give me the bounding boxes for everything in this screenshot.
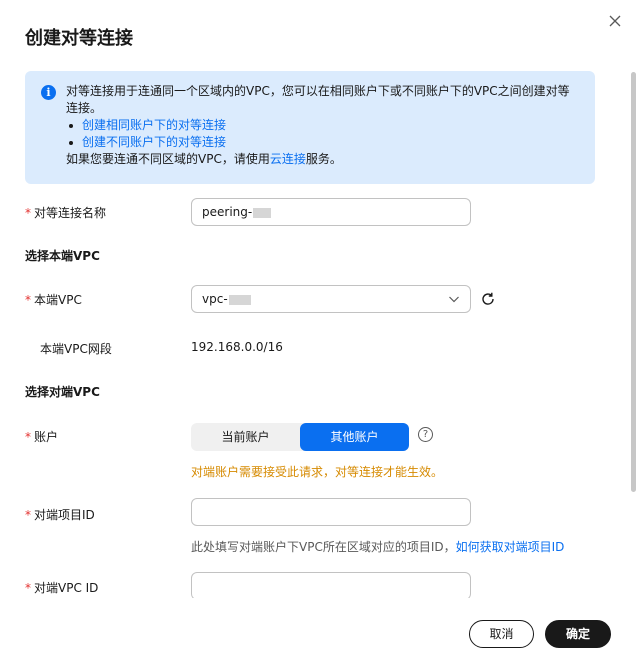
link-cloud-connect[interactable]: 云连接: [270, 152, 306, 166]
peer-vpc-id-label: * 对端VPC ID: [25, 579, 98, 596]
info-notice: i 对等连接用于连通同一个区域内的VPC，您可以在相同账户下或不同账户下的VPC…: [25, 71, 595, 184]
project-id-label: * 对端项目ID: [25, 506, 95, 523]
peering-name-label-text: 对等连接名称: [34, 206, 107, 220]
local-cidr-value: 192.168.0.0/16: [191, 340, 283, 354]
info-icon: i: [41, 85, 56, 100]
refresh-icon[interactable]: [480, 291, 496, 307]
local-vpc-section-title: 选择本端VPC: [25, 249, 100, 263]
link-same-account-peering[interactable]: 创建相同账户下的对等连接: [82, 118, 226, 132]
account-segmented-control: 当前账户 其他账户: [191, 423, 409, 451]
required-mark: *: [25, 206, 31, 220]
account-label: * 账户: [25, 428, 58, 445]
local-cidr-label: 本端VPC网段: [40, 342, 112, 356]
account-label-text: 账户: [34, 430, 59, 444]
chevron-down-icon: [449, 296, 459, 303]
notice-bullet-same-account: 创建相同账户下的对等连接: [66, 117, 576, 134]
project-id-input[interactable]: [191, 498, 471, 526]
notice-bullet-cross-account: 创建不同账户下的对等连接: [66, 134, 576, 151]
redacted-text: [253, 207, 272, 218]
dialog-body: i 对等连接用于连通同一个区域内的VPC，您可以在相同账户下或不同账户下的VPC…: [0, 60, 643, 598]
local-vpc-select[interactable]: vpc-: [191, 285, 471, 313]
close-icon[interactable]: [606, 12, 624, 30]
dialog-footer: 取消 确定: [0, 598, 643, 660]
notice-cloud-connect-suffix: 服务。: [305, 152, 342, 166]
peering-name-value: peering-: [202, 205, 253, 219]
cancel-button[interactable]: 取消: [469, 620, 534, 648]
project-id-label-text: 对端项目ID: [34, 508, 95, 522]
required-mark: *: [25, 293, 31, 307]
required-mark: *: [25, 430, 31, 444]
redacted-text: [228, 294, 251, 305]
account-option-other[interactable]: 其他账户: [300, 423, 409, 451]
link-get-project-id[interactable]: 如何获取对端项目ID: [456, 540, 565, 554]
notice-line-cloud-connect: 如果您要连通不同区域的VPC，请使用云连接服务。: [66, 151, 576, 168]
required-mark: *: [25, 508, 31, 522]
peer-vpc-id-input[interactable]: [191, 572, 471, 598]
create-peering-dialog: 创建对等连接 i 对等连接用于连通同一个区域内的VPC，您可以在相同账户下或不同…: [0, 0, 643, 660]
required-mark: *: [25, 581, 31, 595]
peering-name-label: * 对等连接名称: [25, 204, 106, 221]
peer-vpc-section-title: 选择对端VPC: [25, 385, 100, 399]
project-id-hint-text: 此处填写对端账户下VPC所在区域对应的项目ID，: [191, 540, 456, 554]
project-id-hint: 此处填写对端账户下VPC所在区域对应的项目ID，如何获取对端项目ID: [191, 538, 564, 555]
notice-line-intro: 对等连接用于连通同一个区域内的VPC，您可以在相同账户下或不同账户下的VPC之间…: [66, 84, 570, 115]
confirm-button[interactable]: 确定: [545, 620, 611, 648]
peer-vpc-id-label-text: 对端VPC ID: [34, 581, 99, 595]
scrollbar-thumb[interactable]: [631, 72, 636, 492]
dialog-title: 创建对等连接: [25, 28, 133, 49]
account-warning: 对端账户需要接受此请求，对等连接才能生效。: [191, 465, 444, 479]
notice-cloud-connect-prefix: 如果您要连通不同区域的VPC，请使用: [66, 152, 270, 166]
notice-text: 对等连接用于连通同一个区域内的VPC，您可以在相同账户下或不同账户下的VPC之间…: [66, 83, 576, 168]
link-cross-account-peering[interactable]: 创建不同账户下的对等连接: [82, 135, 226, 149]
peering-name-input[interactable]: peering-: [191, 198, 471, 226]
local-vpc-value: vpc-: [202, 292, 228, 306]
help-circle-icon[interactable]: ?: [418, 427, 433, 442]
local-vpc-label: * 本端VPC: [25, 291, 82, 308]
local-vpc-label-text: 本端VPC: [34, 293, 82, 307]
account-option-current[interactable]: 当前账户: [191, 423, 300, 451]
